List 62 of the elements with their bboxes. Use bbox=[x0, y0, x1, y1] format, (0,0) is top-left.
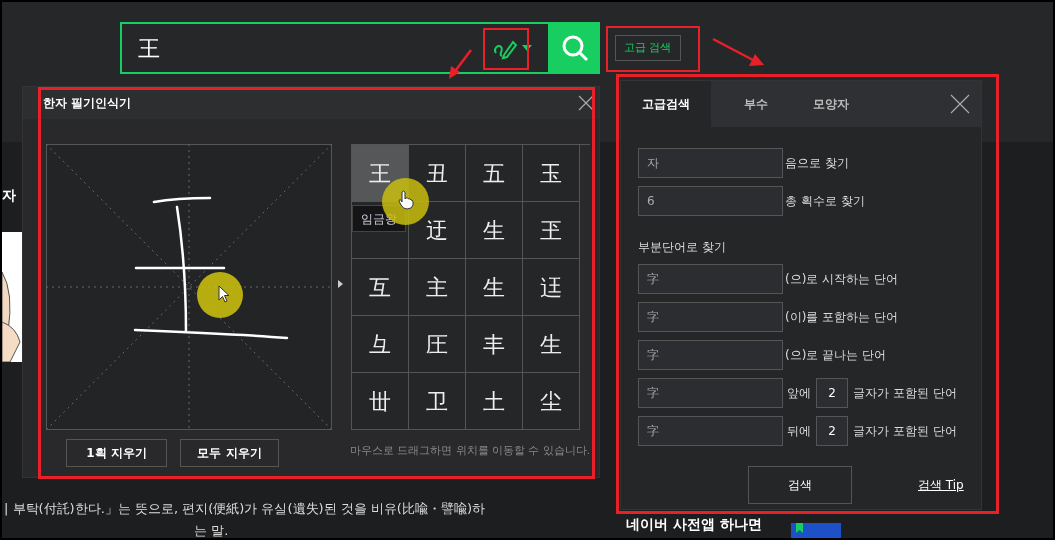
panel-title: 한자 필기인식기 bbox=[43, 95, 132, 112]
search-button[interactable]: 검색 bbox=[748, 466, 852, 504]
expand-icon[interactable] bbox=[338, 280, 343, 288]
candidate-character[interactable]: 玊 bbox=[523, 202, 580, 259]
candidate-character[interactable]: 圧 bbox=[409, 316, 466, 373]
candidate-character[interactable]: 迂 bbox=[409, 202, 466, 259]
candidate-character[interactable]: 玉 bbox=[523, 145, 580, 202]
input-field[interactable]: 자 bbox=[638, 148, 783, 178]
candidate-character[interactable]: 主 bbox=[409, 259, 466, 316]
field-label: (이)를 포함하는 단어 bbox=[785, 309, 898, 326]
advanced-search-button[interactable]: 고급 검색 bbox=[615, 35, 681, 61]
search-tip-link[interactable]: 검색 Tip bbox=[918, 476, 964, 494]
erase-all-button[interactable]: 모두 지우기 bbox=[180, 439, 279, 467]
count-field[interactable]: 2 bbox=[816, 416, 848, 446]
hint-text: 마우스로 드래그하면 위치를 이동할 수 있습니다. bbox=[350, 443, 591, 458]
tab[interactable]: 고급검색 bbox=[621, 81, 711, 127]
count-field[interactable]: 2 bbox=[816, 378, 848, 408]
description-text: | 부탁(付託)한다.」는 뜻으로, 편지(便紙)가 유실(遺失)된 것을 비유(比喩・譬喩)하 bbox=[4, 500, 485, 518]
candidate-character[interactable]: 生 bbox=[466, 259, 523, 316]
drawing-pad[interactable] bbox=[46, 144, 332, 430]
candidate-character[interactable]: 丰 bbox=[466, 316, 523, 373]
close-icon[interactable] bbox=[950, 94, 970, 114]
field-label: 뒤에 bbox=[787, 423, 811, 440]
field-label: (으)로 끝나는 단어 bbox=[785, 347, 886, 364]
input-field[interactable]: 字 bbox=[638, 378, 783, 408]
input-field[interactable]: 字 bbox=[638, 340, 783, 370]
hand-cursor-icon bbox=[398, 190, 414, 210]
candidate-character[interactable]: 迋 bbox=[523, 259, 580, 316]
input-field[interactable]: 6 bbox=[638, 186, 783, 216]
candidate-character[interactable]: 彑 bbox=[352, 316, 409, 373]
input-field[interactable]: 字 bbox=[638, 416, 783, 446]
dropdown-icon[interactable] bbox=[522, 44, 532, 52]
promo-text: 네이버 사전앱 하나면 bbox=[626, 515, 762, 534]
candidate-character[interactable]: 生 bbox=[523, 316, 580, 373]
tab-label: 자 bbox=[2, 186, 16, 205]
candidate-character[interactable]: 卫 bbox=[409, 373, 466, 430]
candidate-character[interactable]: 土 bbox=[466, 373, 523, 430]
arrow bbox=[711, 37, 765, 67]
description-text: 는 말. bbox=[194, 522, 229, 538]
candidate-character[interactable]: 丗 bbox=[352, 373, 409, 430]
input-field[interactable]: 字 bbox=[638, 302, 783, 332]
candidate-character[interactable]: 五 bbox=[466, 145, 523, 202]
section-label: 부분단어로 찾기 bbox=[638, 240, 726, 254]
erase-stroke-button[interactable]: 1획 지우기 bbox=[66, 439, 167, 467]
field-label: 글자가 포함된 단어 bbox=[853, 385, 957, 402]
field-label: 음으로 찾기 bbox=[785, 155, 849, 172]
close-icon[interactable] bbox=[578, 95, 594, 111]
field-label: 앞에 bbox=[787, 385, 811, 402]
candidate-character[interactable]: 互 bbox=[352, 259, 409, 316]
search-field[interactable]: 王 bbox=[120, 22, 550, 74]
field-label: 글자가 포함된 단어 bbox=[853, 423, 957, 440]
search-text: 王 bbox=[138, 34, 160, 63]
arrow bbox=[447, 48, 473, 80]
candidate-character[interactable]: 生 bbox=[466, 202, 523, 259]
candidate-character[interactable]: 尘 bbox=[523, 373, 580, 430]
highlight-box bbox=[483, 28, 529, 70]
app-icon bbox=[791, 523, 841, 538]
cursor-icon bbox=[218, 285, 230, 303]
field-label: 총 획수로 찾기 bbox=[785, 193, 865, 210]
input-field[interactable]: 字 bbox=[638, 264, 783, 294]
search-icon bbox=[561, 34, 589, 62]
field-label: (으)로 시작하는 단어 bbox=[785, 271, 898, 288]
